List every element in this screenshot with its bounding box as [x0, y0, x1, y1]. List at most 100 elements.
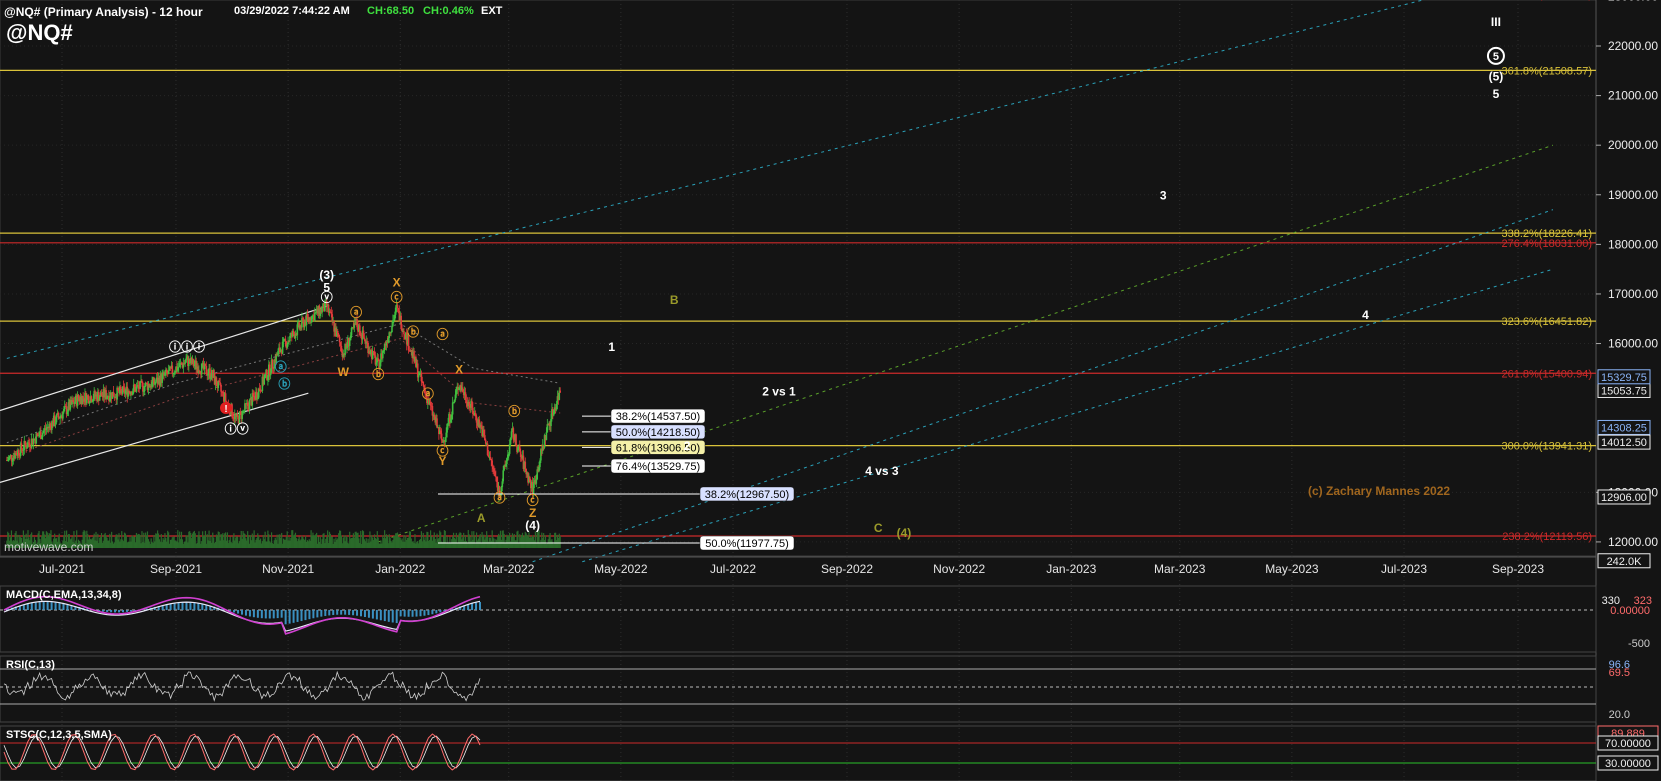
macd-histogram-bar — [173, 603, 176, 610]
macd-histogram-bar — [46, 602, 49, 610]
macd-histogram-bar — [336, 610, 339, 615]
x-tick-label: Jul-2021 — [39, 562, 85, 576]
macd-histogram-bar — [102, 610, 105, 612]
wave-label: ⓒ — [391, 289, 403, 304]
y-tick-label: 12000.00 — [1608, 535, 1658, 549]
volume-bar — [559, 535, 561, 548]
wave-label: (4) — [525, 519, 540, 533]
price-label: 15053.75 — [1601, 385, 1647, 397]
candle-body — [417, 375, 420, 378]
retrace-label: 38.2%(12967.50) — [705, 489, 789, 501]
y-tick-label: 16000.00 — [1608, 337, 1658, 351]
macd-histogram-bar — [371, 610, 374, 619]
price-chart[interactable]: 300.0%(23046.80) 361.8%(21508.57) 3 38.2%(1… — [0, 0, 1661, 781]
wave-label: 3 — [1160, 189, 1167, 203]
macd-histogram-bar — [260, 610, 263, 619]
wave-label: 4 — [1362, 308, 1369, 322]
wave-label: ⓐ — [275, 359, 287, 374]
macd-histogram-bar — [169, 603, 172, 610]
candle-body — [524, 461, 527, 469]
candle-body — [451, 402, 454, 415]
x-tick-label: Jan-2023 — [1046, 562, 1096, 576]
macd-label: MACD(C,EMA,13,34,8) — [6, 589, 122, 601]
candle-body — [313, 312, 316, 321]
macd-histogram-bar — [264, 610, 267, 619]
x-tick-label: Sep-2022 — [821, 562, 873, 576]
macd-histogram-bar — [62, 603, 65, 610]
x-tick-label: Jul-2023 — [1381, 562, 1427, 576]
macd-histogram-bar — [197, 603, 200, 610]
price-label: 14308.25 — [1601, 422, 1647, 434]
chart-background — [0, 0, 1661, 781]
wave-label: Y — [439, 454, 447, 468]
wave-label: 1 — [608, 340, 615, 354]
rsi-axis-label: 20.0 — [1609, 709, 1630, 721]
y-tick-label: 17000.00 — [1608, 287, 1658, 301]
x-tick-label: Sep-2023 — [1492, 562, 1544, 576]
macd-histogram-bar — [189, 602, 192, 610]
change-value: CH:68.50 — [367, 5, 414, 17]
macd-histogram-bar — [387, 610, 390, 622]
wave-label: 4 vs 3 — [865, 464, 899, 478]
wave-label: III — [1491, 15, 1501, 29]
wave-label: C — [874, 521, 883, 535]
macd-histogram-bar — [407, 610, 410, 617]
x-tick-label: Nov-2022 — [933, 562, 985, 576]
wave-label: ⓐ — [494, 490, 506, 505]
rsi-axis-label: 69.5 — [1609, 667, 1630, 679]
wave-label: (5) — [1489, 70, 1504, 84]
x-tick-label: May-2022 — [594, 562, 648, 576]
fib-label: 261.8%(15400.94) — [1501, 368, 1592, 380]
retrace-label: 50.0%(14218.50) — [616, 427, 700, 439]
wave-label: X — [393, 276, 401, 290]
wave-label: 2 — [684, 439, 691, 453]
macd-histogram-bar — [479, 602, 481, 610]
fib-label: 361.8%(21508.57) — [1501, 65, 1592, 77]
macd-histogram-bar — [475, 602, 478, 610]
candle-body — [559, 390, 562, 393]
macd-histogram-bar — [276, 610, 279, 619]
x-tick-label: Mar-2023 — [1154, 562, 1206, 576]
macd-histogram-bar — [292, 610, 295, 623]
macd-histogram-bar — [181, 602, 184, 610]
macd-histogram-bar — [439, 610, 442, 613]
macd-histogram-bar — [419, 610, 422, 617]
retrace-label: 38.2%(14537.50) — [616, 411, 700, 423]
y-tick-label: 21000.00 — [1608, 89, 1658, 103]
stoch-axis-label: 30.00000 — [1605, 758, 1651, 770]
wave-label: B — [670, 293, 679, 307]
change-percent: CH:0.46% — [423, 5, 474, 17]
macd-histogram-bar — [340, 610, 343, 615]
wave-label: ⓐ — [437, 327, 449, 342]
x-tick-label: May-2023 — [1265, 562, 1319, 576]
candle-body — [171, 365, 174, 374]
macd-histogram-bar — [272, 610, 275, 619]
x-tick-label: Mar-2022 — [483, 562, 535, 576]
candle-body — [396, 304, 399, 309]
x-tick-label: Jan-2022 — [375, 562, 425, 576]
macd-histogram-bar — [431, 610, 434, 615]
stoch-axis-label: 70.00000 — [1605, 738, 1651, 750]
symbol-line: @NQ# (Primary Analysis) - 12 hour — [4, 5, 203, 19]
macd-histogram-bar — [193, 602, 196, 610]
macd-histogram-bar — [332, 610, 335, 616]
fib-label: 238.2%(12119.56) — [1502, 531, 1592, 543]
macd-histogram-bar — [427, 610, 430, 616]
candle-body — [82, 396, 84, 399]
macd-histogram-bar — [34, 602, 37, 610]
macd-histogram-bar — [248, 610, 251, 617]
macd-histogram-bar — [360, 610, 362, 617]
wave-label: 5 — [1493, 87, 1500, 101]
macd-histogram-bar — [26, 603, 29, 610]
candle-body — [403, 331, 405, 335]
candle-body — [338, 336, 341, 343]
macd-histogram-bar — [363, 610, 366, 617]
macd-histogram-bar — [201, 603, 204, 610]
macd-histogram-bar — [110, 610, 113, 613]
y-tick-label: 20000.00 — [1608, 138, 1658, 152]
macd-histogram-bar — [379, 610, 382, 621]
macd-histogram-bar — [268, 610, 271, 619]
macd-histogram-bar — [114, 610, 117, 613]
macd-histogram-bar — [256, 610, 259, 618]
y-tick-label: 23000.00 — [1608, 0, 1658, 3]
